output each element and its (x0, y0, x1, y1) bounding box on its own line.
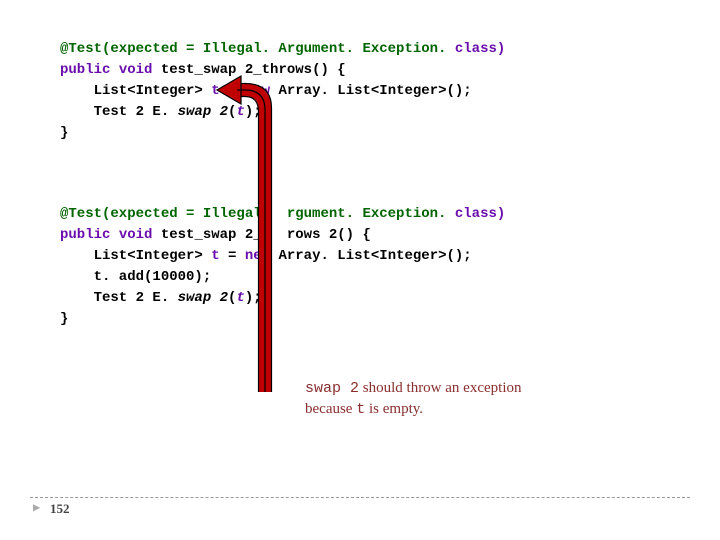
page-number: 152 (50, 501, 70, 517)
call-line: Test 2 E. swap 2(t); (60, 290, 270, 306)
call-line: Test 2 E. swap 2(t); (60, 104, 270, 120)
callout-text-part: should throw an exception (359, 380, 521, 396)
callout-code-ref: t (356, 401, 365, 418)
method-sig: public void test_swap 2_throws() { (60, 62, 346, 78)
callout-text-part: because (305, 401, 356, 417)
add-line: t. add(10000); (60, 269, 211, 285)
var-decl: List<Integer> t = new Array. List<Intege… (60, 83, 472, 99)
method-sig: public void test_swap 2_t rows 2() { (60, 227, 371, 243)
var-decl: List<Integer> t = ne Array. List<Integer… (60, 248, 472, 264)
callout-code-ref: swap 2 (305, 380, 359, 397)
annotation-line: @Test(expected = Illegal. Argument. Exce… (60, 41, 505, 57)
footer-bullet-icon: ▶ (33, 500, 40, 515)
code-block-2: @Test(expected = Illegal. rgument. Excep… (60, 183, 690, 351)
callout-text-part: is empty. (365, 401, 423, 417)
close-brace: } (60, 311, 68, 327)
code-block-1: @Test(expected = Illegal. Argument. Exce… (60, 18, 690, 165)
footer-divider (30, 497, 690, 498)
close-brace: } (60, 125, 68, 141)
callout-text: swap 2 should throw an exception because… (305, 378, 605, 421)
annotation-line: @Test(expected = Illegal. rgument. Excep… (60, 206, 505, 222)
slide-content: @Test(expected = Illegal. Argument. Exce… (0, 0, 720, 351)
